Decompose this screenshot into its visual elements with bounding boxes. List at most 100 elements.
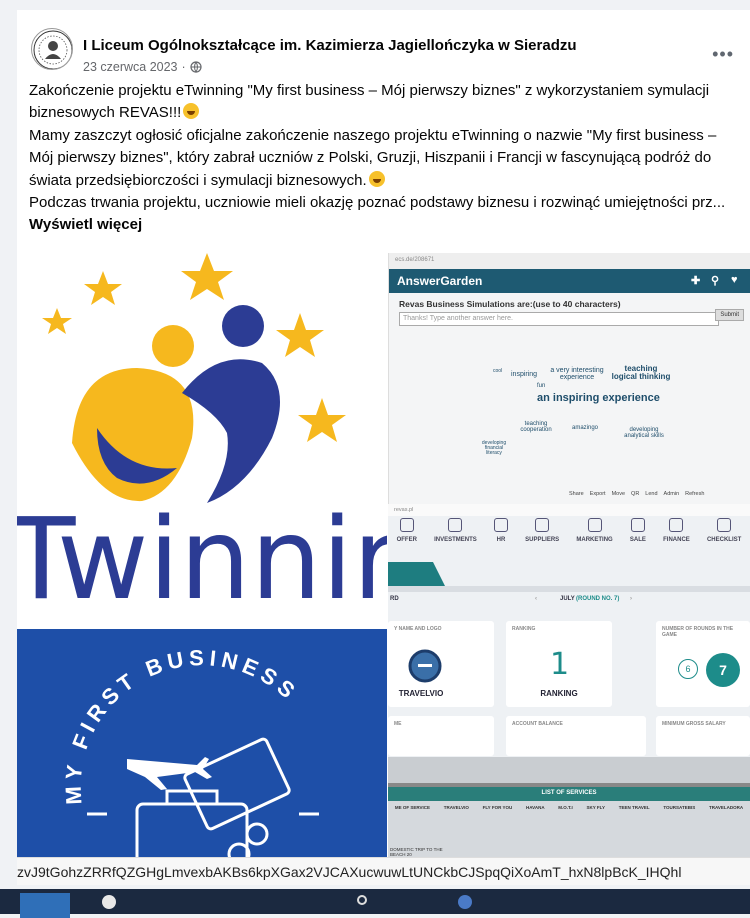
tile-value: RANKING xyxy=(540,689,578,698)
company-tile[interactable]: Y NAME AND LOGO TRAVELVIO xyxy=(388,621,494,707)
post-text: Zakończenie projektu eTwinning "My first… xyxy=(29,80,729,237)
plus-icon: ✚ xyxy=(691,275,701,287)
tile-heading: ACCOUNT BALANCE xyxy=(512,721,563,727)
services-col: M.O.T.I xyxy=(558,805,573,810)
next-round-icon[interactable]: › xyxy=(630,596,632,602)
revas-nav-item[interactable]: SUPPLIERS xyxy=(525,518,559,558)
revas-nav-item[interactable]: CHECKLIST xyxy=(707,518,741,558)
cloud-word: teaching cooperation xyxy=(520,421,552,433)
nav-glyph-icon xyxy=(630,518,645,532)
services-top xyxy=(388,757,750,783)
services-columns: ME OF SERVICE TRAVELVIO FLY FOR YOU HAVA… xyxy=(388,805,750,810)
answergarden-input[interactable]: Thanks! Type another answer here. xyxy=(399,312,719,326)
rounds-tile[interactable]: NUMBER OF ROUNDS IN THE GAME 6 7 xyxy=(656,621,750,707)
smile-emoji-icon xyxy=(183,103,200,120)
nav-glyph-icon xyxy=(587,518,602,532)
nav-glyph-icon xyxy=(717,518,732,532)
business-logo-graphic: MY FIRST BUSINESS xyxy=(60,645,319,860)
smile-emoji-icon xyxy=(368,170,385,187)
services-col: TRAVELVIO xyxy=(443,805,469,810)
lower-tile[interactable]: ACCOUNT BALANCE xyxy=(506,716,646,756)
url-strip: zvJ9tGohzZRRfQZGHgLmvexbAKBs6kpXGax2VJCA… xyxy=(17,857,750,885)
lower-tile[interactable]: MINIMUM GROSS SALARY xyxy=(656,716,750,756)
toolbar-button[interactable]: Admin xyxy=(664,491,680,497)
nav-label: SUPPLIERS xyxy=(525,537,560,543)
meta-separator: · xyxy=(181,60,186,74)
services-col: TEEN TRAVEL xyxy=(618,805,650,810)
services-screenshot[interactable]: LIST OF SERVICES ME OF SERVICE TRAVELVIO… xyxy=(388,757,750,860)
services-col: FLY FOR YOU xyxy=(482,805,513,810)
tile-heading: Y NAME AND LOGO xyxy=(394,626,442,632)
post-header: I Liceum Ogólnokształcące im. Kazimierza… xyxy=(17,20,750,80)
services-row: DOMESTIC TRIP TO THE BEACH 20 xyxy=(390,847,443,857)
toolbar-button[interactable]: Move xyxy=(612,491,625,497)
nav-glyph-icon xyxy=(535,518,550,532)
etwinning-wordmark: Twinnir xyxy=(17,495,387,625)
services-title: LIST OF SERVICES xyxy=(388,787,750,801)
nav-label: OFFER xyxy=(396,537,417,543)
post-paragraph-3: Podczas trwania projektu, uczniowie miel… xyxy=(29,194,726,212)
prev-round-icon[interactable]: ‹ xyxy=(535,596,537,602)
services-col: TRAVELADORA xyxy=(708,805,744,810)
nav-label: MARKETING xyxy=(576,537,613,543)
user-icon[interactable] xyxy=(357,895,367,905)
answergarden-toolbar: Share Export Move QR Lend Admin Refresh xyxy=(569,491,704,497)
nav-label: INVESTMENTS xyxy=(434,537,477,543)
round-label: JULY xyxy=(560,596,575,602)
revas-nav-item[interactable]: HR xyxy=(493,518,508,558)
my-first-business-image[interactable]: MY FIRST BUSINESS xyxy=(17,629,387,860)
revas-nav-item[interactable]: INVESTMENTS xyxy=(434,518,477,558)
revas-nav-item[interactable]: SALE xyxy=(630,518,646,558)
cloud-word: developing analytical skills xyxy=(624,427,664,439)
round-left-label: RD xyxy=(390,596,399,602)
more-options-button[interactable]: ••• xyxy=(712,44,734,65)
toolbar-button[interactable]: Lend xyxy=(645,491,657,497)
airplane-icon xyxy=(127,757,212,790)
business-arc-text: MY FIRST BUSINESS xyxy=(60,645,298,805)
see-more-link[interactable]: Wyświetl więcej xyxy=(29,216,142,233)
start-button[interactable] xyxy=(20,893,70,918)
cloud-word: fun xyxy=(537,383,546,389)
post-date[interactable]: 23 czerwca 2023 xyxy=(83,60,178,74)
answergarden-submit-button[interactable]: Submit xyxy=(715,309,744,321)
toolbar-button[interactable]: QR xyxy=(631,491,639,497)
post-card: I Liceum Ogólnokształcące im. Kazimierza… xyxy=(17,10,750,860)
services-col: ME OF SERVICE xyxy=(394,805,431,810)
toolbar-button[interactable]: Refresh xyxy=(685,491,704,497)
taskbar xyxy=(0,889,750,918)
services-col: SKY FLY xyxy=(586,805,606,810)
lower-tile[interactable]: ME xyxy=(388,716,494,756)
etwinning-logo-image[interactable]: Twinnir xyxy=(17,253,387,626)
revas-nav-item[interactable]: FINANCE xyxy=(663,518,690,558)
page-name-link[interactable]: I Liceum Ogólnokształcące im. Kazimierza… xyxy=(83,37,577,54)
nav-label: SALE xyxy=(629,537,646,543)
answergarden-bar: AnswerGarden ✚ ⚲ ♥ xyxy=(389,269,750,293)
revas-nav: OFFER INVESTMENTS HR SUPPLIERS MARKETING… xyxy=(388,518,750,558)
page-avatar[interactable] xyxy=(31,28,73,70)
post-paragraph-1: Zakończenie projektu eTwinning "My first… xyxy=(29,82,710,122)
answergarden-screenshot[interactable]: ecs.de/208671 AnswerGarden ✚ ⚲ ♥ Revas B… xyxy=(388,253,750,504)
nav-label: FINANCE xyxy=(663,537,690,543)
nav-glyph-icon xyxy=(448,518,463,532)
cloud-word: teaching logical thinking xyxy=(611,364,671,381)
rounds-total-badge: 7 xyxy=(706,653,740,687)
cloud-word: cool xyxy=(493,368,503,374)
app-icon[interactable] xyxy=(458,895,472,909)
revas-teal-wave xyxy=(388,562,750,592)
revas-screenshot[interactable]: revas.pl OFFER INVESTMENTS HR SUPPLIERS … xyxy=(388,504,750,757)
school-crest-icon xyxy=(33,30,72,69)
revas-nav-item[interactable]: OFFER xyxy=(397,518,417,558)
browser-icon[interactable] xyxy=(102,895,116,909)
tile-heading: RANKING xyxy=(512,626,536,632)
post-meta: 23 czerwca 2023 · xyxy=(83,60,202,74)
toolbar-button[interactable]: Export xyxy=(590,491,606,497)
revas-url: revas.pl xyxy=(388,504,750,516)
suitcase-icon xyxy=(135,737,291,860)
svg-text:MY FIRST BUSINESS: MY FIRST BUSINESS xyxy=(60,645,303,805)
nav-glyph-icon xyxy=(669,518,684,532)
toolbar-button[interactable]: Share xyxy=(569,491,584,497)
ranking-tile[interactable]: RANKING 1 RANKING xyxy=(506,621,612,707)
revas-nav-item[interactable]: MARKETING xyxy=(576,518,613,558)
travelvio-logo-icon xyxy=(408,649,442,683)
tile-heading: MINIMUM GROSS SALARY xyxy=(662,721,726,727)
